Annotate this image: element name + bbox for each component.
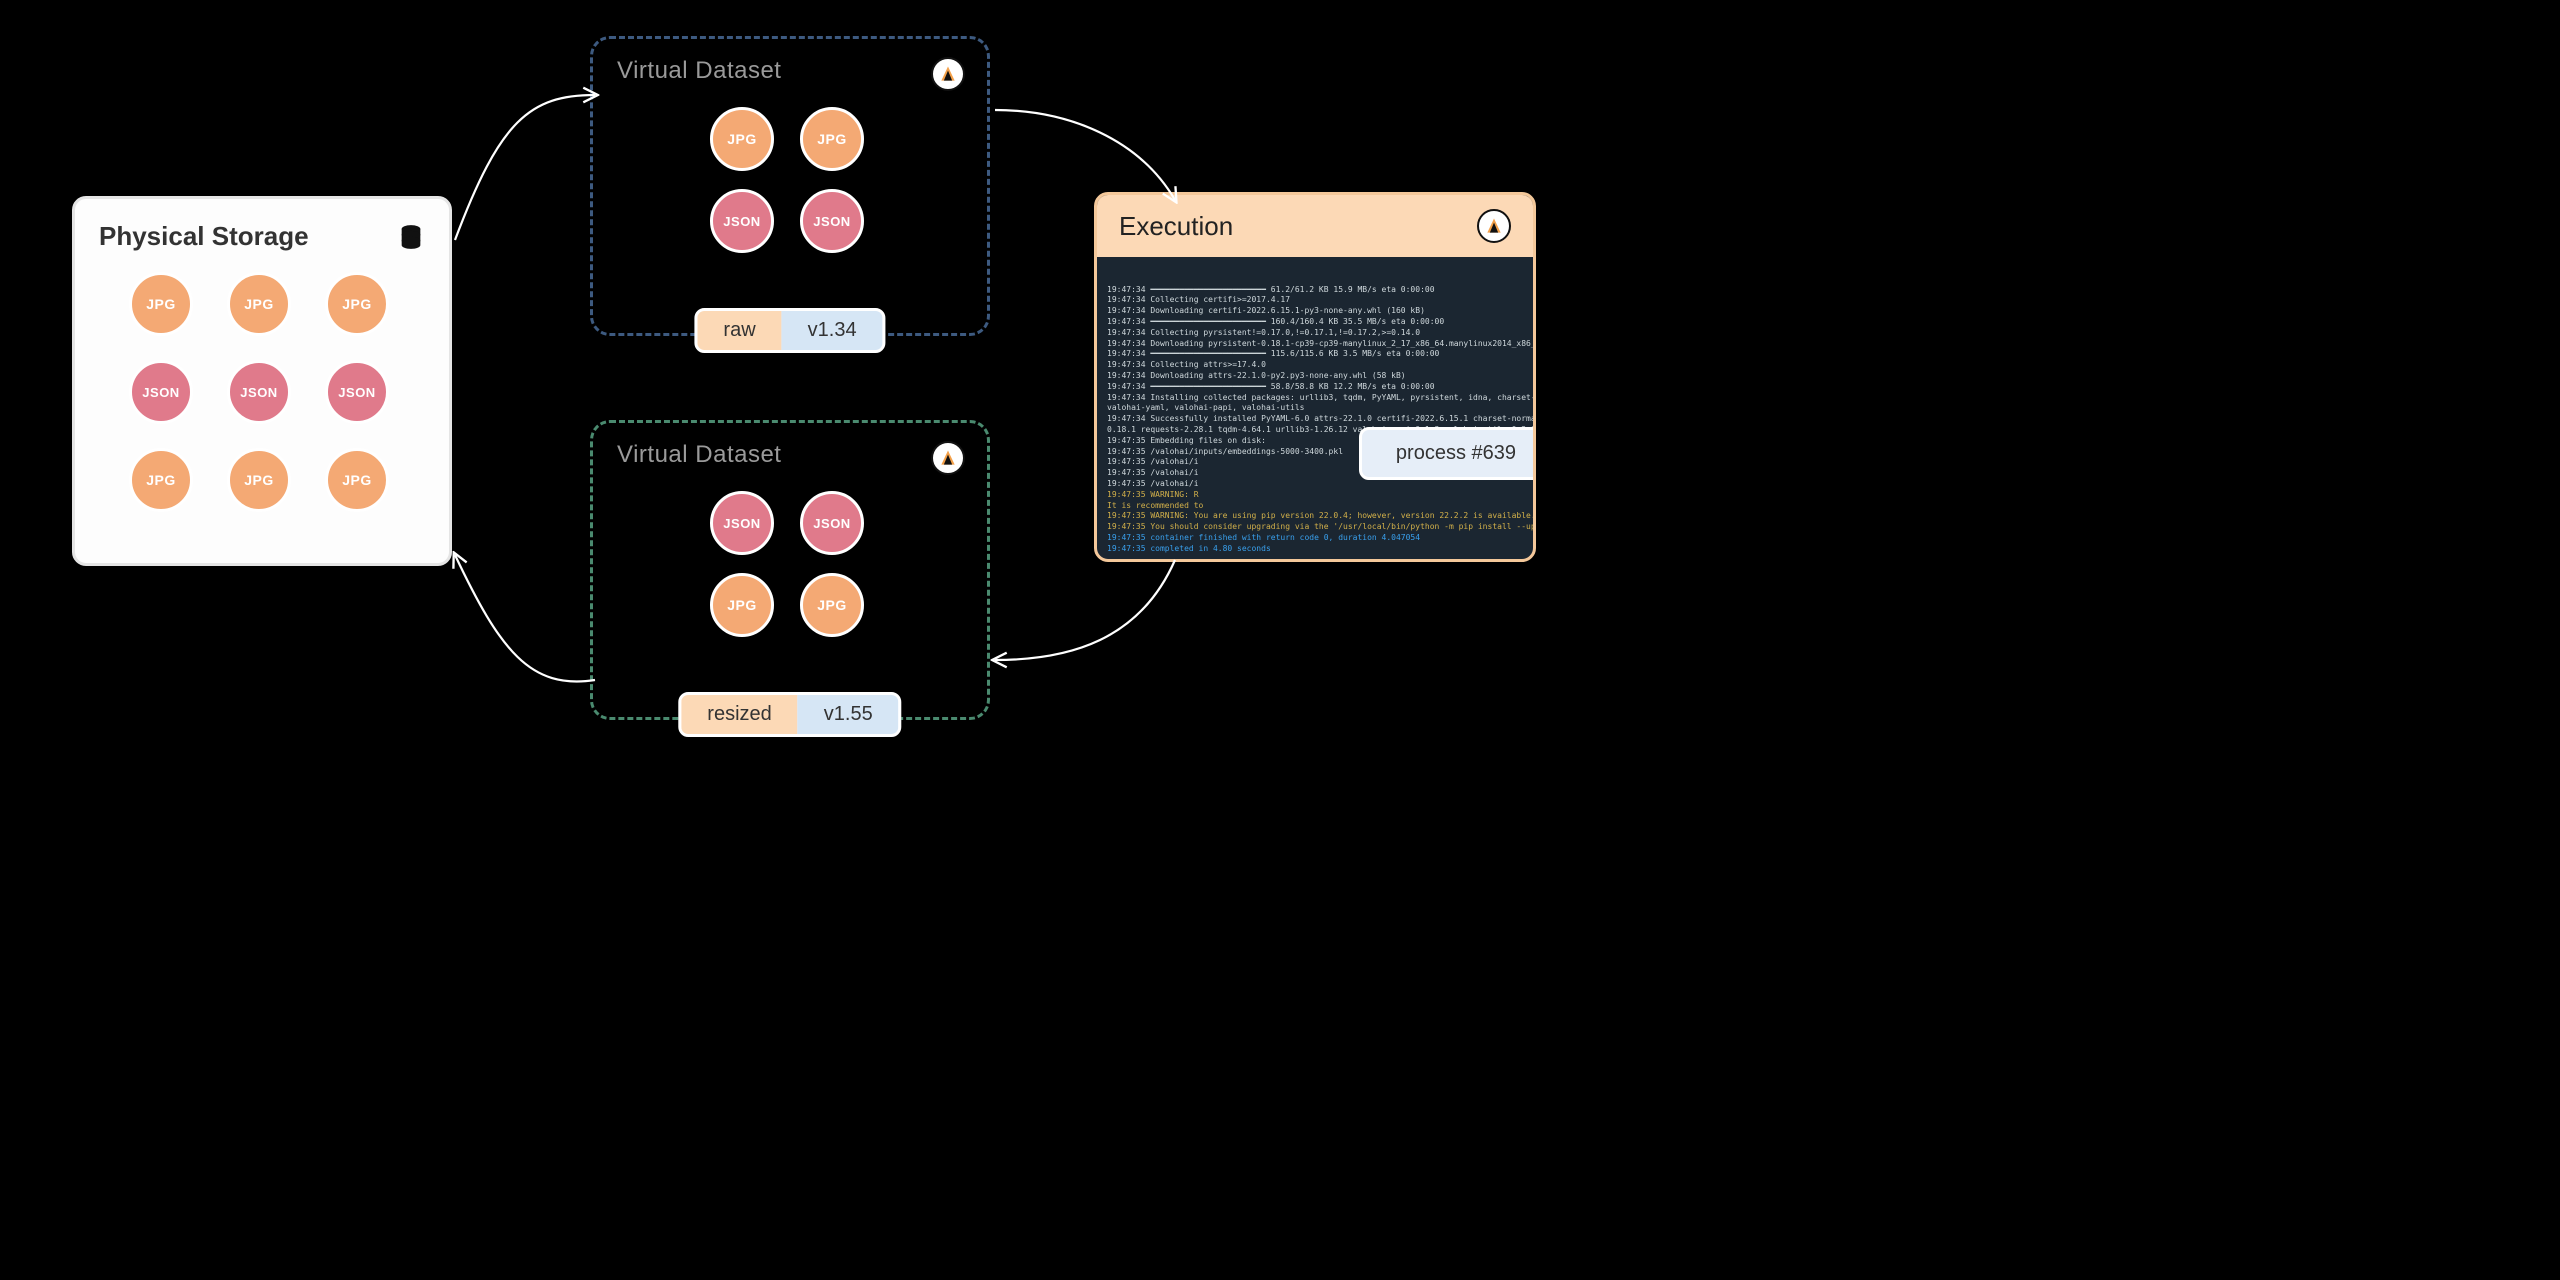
log-line: 19:47:35 WARNING: R xyxy=(1107,490,1525,501)
log-line: 19:47:34 Installing collected packages: … xyxy=(1107,393,1525,404)
physical-storage-title: Physical Storage xyxy=(99,221,425,252)
database-icon xyxy=(397,223,425,251)
jpg-file-chip: JPG xyxy=(325,448,389,512)
physical-file-grid: JPG JPG JPG JSON JSON JSON JPG JPG JPG xyxy=(99,272,425,518)
log-line: 19:47:35 completed in 4.80 seconds xyxy=(1107,544,1525,555)
dataset-name-tag: raw xyxy=(697,311,781,350)
execution-card: Execution 19:47:34 ━━━━━━━━━━━━━━━━━━━━━… xyxy=(1094,192,1536,562)
json-file-chip: JSON xyxy=(227,360,291,424)
log-line: 19:47:34 Collecting attrs>=17.4.0 xyxy=(1107,360,1525,371)
dataset-tag-bar: resized v1.55 xyxy=(678,692,901,737)
log-line: 19:47:34 Downloading attrs-22.1.0-py2.py… xyxy=(1107,371,1525,382)
json-file-chip: JSON xyxy=(710,189,774,253)
arrow-raw-to-execution xyxy=(995,110,1175,200)
jpg-file-chip: JPG xyxy=(710,107,774,171)
jpg-file-chip: JPG xyxy=(227,448,291,512)
vds-file-grid: JSON JSON JPG JPG xyxy=(617,491,963,643)
log-line: 19:47:34 ━━━━━━━━━━━━━━━━━━━━━━━━ 58.8/5… xyxy=(1107,382,1525,393)
vds-file-grid: JPG JPG JSON JSON xyxy=(617,107,963,259)
virtual-dataset-raw-card: Virtual Dataset JPGJPGJSONJSON raw v1.34 xyxy=(590,36,990,336)
log-line: 19:47:34 Downloading pyrsistent-0.18.1-c… xyxy=(1107,339,1525,350)
log-line: 19:47:35 You should consider upgrading v… xyxy=(1107,522,1525,533)
valohai-logo-icon xyxy=(1477,209,1511,243)
dataset-version-tag: v1.34 xyxy=(782,311,883,350)
jpg-file-chip: JPG xyxy=(129,272,193,336)
jpg-file-chip: JPG xyxy=(800,107,864,171)
json-file-chip: JSON xyxy=(129,360,193,424)
execution-header: Execution xyxy=(1097,195,1533,257)
log-line: valohai-yaml, valohai-papi, valohai-util… xyxy=(1107,403,1525,414)
jpg-file-chip: JPG xyxy=(325,272,389,336)
log-line: 19:47:35 WARNING: You are using pip vers… xyxy=(1107,511,1525,522)
execution-log: 19:47:34 ━━━━━━━━━━━━━━━━━━━━━━━━ 61.2/6… xyxy=(1097,257,1533,562)
virtual-dataset-resized-card: Virtual Dataset JSONJSONJPGJPG resized v… xyxy=(590,420,990,720)
execution-title: Execution xyxy=(1119,211,1233,242)
jpg-file-chip: JPG xyxy=(800,573,864,637)
dataset-tag-bar: raw v1.34 xyxy=(694,308,885,353)
virtual-dataset-title: Virtual Dataset xyxy=(617,57,963,85)
arrow-resized-to-physical xyxy=(455,555,595,681)
log-line: 19:47:35 container finished with return … xyxy=(1107,533,1525,544)
json-file-chip: JSON xyxy=(800,491,864,555)
log-line: 19:47:35 /valohai/i xyxy=(1107,479,1525,490)
log-line: 19:47:34 Collecting pyrsistent!=0.17.0,!… xyxy=(1107,328,1525,339)
json-file-chip: JSON xyxy=(325,360,389,424)
log-line: 19:47:34 Downloading certifi-2022.6.15.1… xyxy=(1107,306,1525,317)
arrow-physical-to-raw xyxy=(455,95,595,240)
jpg-file-chip: JPG xyxy=(129,448,193,512)
log-line: 19:47:34 ━━━━━━━━━━━━━━━━━━━━━━━━ 115.6/… xyxy=(1107,349,1525,360)
valohai-logo-icon xyxy=(931,57,965,91)
virtual-dataset-title: Virtual Dataset xyxy=(617,441,963,469)
log-line: 19:47:34 ━━━━━━━━━━━━━━━━━━━━━━━━ 61.2/6… xyxy=(1107,285,1525,296)
json-file-chip: JSON xyxy=(710,491,774,555)
json-file-chip: JSON xyxy=(800,189,864,253)
arrow-execution-to-resized xyxy=(995,560,1175,660)
log-line: 19:47:34 Collecting certifi>=2017.4.17 xyxy=(1107,295,1525,306)
log-line: 19:47:34 ━━━━━━━━━━━━━━━━━━━━━━━━ 160.4/… xyxy=(1107,317,1525,328)
log-line: It is recommended to xyxy=(1107,501,1525,512)
jpg-file-chip: JPG xyxy=(227,272,291,336)
valohai-logo-icon xyxy=(931,441,965,475)
jpg-file-chip: JPG xyxy=(710,573,774,637)
process-badge: process #639 xyxy=(1359,427,1533,480)
dataset-version-tag: v1.55 xyxy=(798,695,899,734)
log-line: 19:47:34 Successfully installed PyYAML-6… xyxy=(1107,414,1525,425)
dataset-name-tag: resized xyxy=(681,695,797,734)
physical-storage-card: Physical Storage JPGJPGJPGJSONJSONJSONJP… xyxy=(72,196,452,566)
